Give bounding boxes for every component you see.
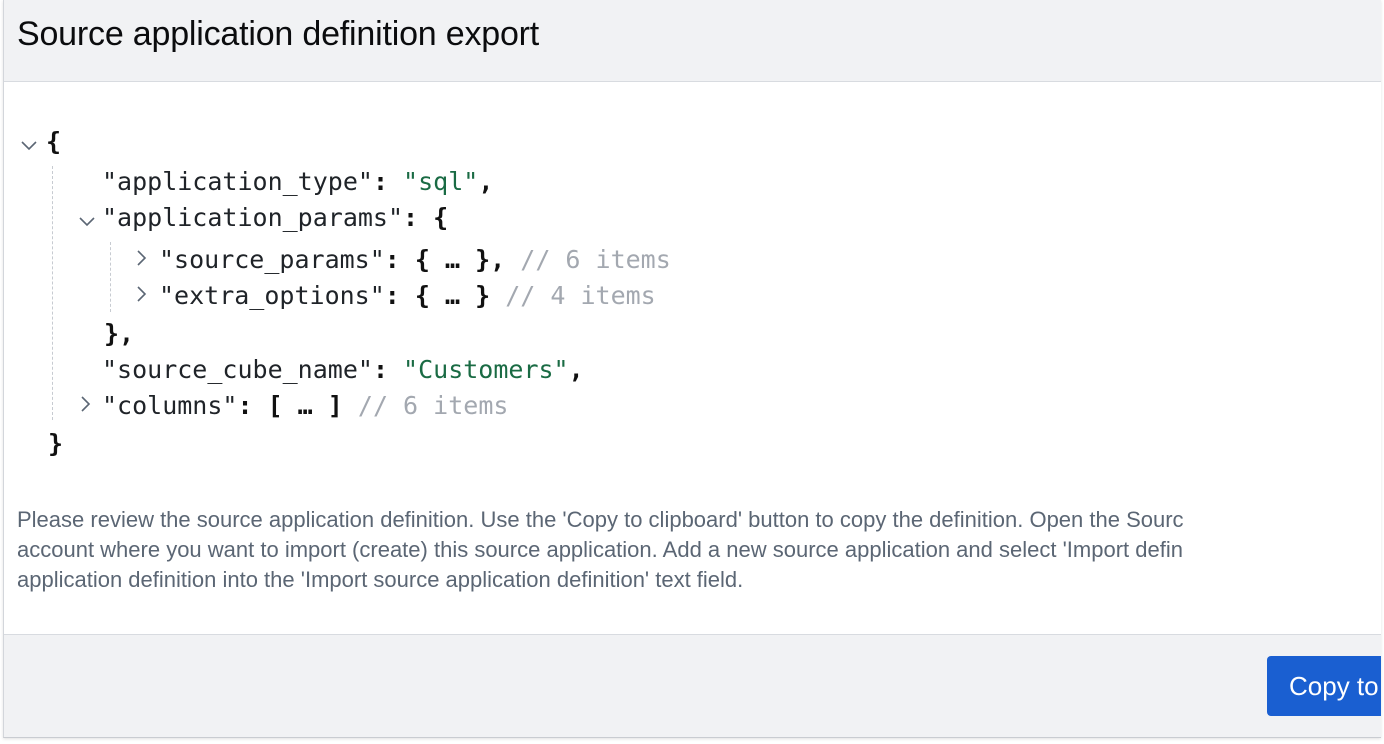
dialog-header: Source application definition export: [4, 0, 1381, 82]
columns-comment: // 6 items: [357, 391, 509, 420]
row-source-params: "source_params": { … }, // 6 items: [159, 245, 671, 274]
application-params-close: },: [104, 319, 135, 348]
extra-options-comment: // 4 items: [505, 281, 656, 310]
dialog-title: Source application definition export: [17, 15, 540, 53]
application-type-key: "application_type": [102, 167, 373, 196]
chevron-right-icon[interactable]: [132, 249, 150, 267]
dialog-footer: Copy to clipboard: [4, 634, 1381, 737]
instructions-line-3: application definition into the 'Import …: [17, 567, 744, 592]
instructions-line-1: Please review the source application def…: [17, 507, 1184, 532]
chevron-down-icon[interactable]: [20, 136, 38, 154]
chevron-right-icon[interactable]: [76, 395, 94, 413]
columns-collapsed[interactable]: [ … ]: [268, 391, 343, 420]
row-application-params: "application_params": {: [102, 203, 449, 232]
row-extra-options: "extra_options": { … } // 4 items: [159, 281, 656, 310]
extra-options-key: "extra_options": [159, 281, 385, 310]
source-cube-name-value: "Customers": [403, 355, 569, 384]
copy-to-clipboard-button[interactable]: Copy to clipboard: [1267, 656, 1381, 716]
row-columns: "columns": [ … ] // 6 items: [102, 391, 509, 420]
chevron-right-icon[interactable]: [132, 285, 150, 303]
chevron-down-icon[interactable]: [78, 212, 96, 230]
root-open-brace: {: [46, 127, 62, 156]
root-close-brace: }: [48, 429, 64, 458]
source-params-key: "source_params": [159, 245, 385, 274]
source-params-comment: // 6 items: [520, 245, 671, 274]
indent-guide-root: [52, 166, 53, 420]
row-source-cube-name: "source_cube_name": "Customers",: [102, 355, 584, 384]
columns-key: "columns": [102, 391, 238, 420]
indent-guide-params: [110, 242, 111, 312]
row-application-type: "application_type": "sql",: [102, 167, 494, 196]
json-viewer: { "application_type": "sql", "applicatio…: [4, 82, 1381, 482]
extra-options-collapsed[interactable]: { … }: [415, 281, 490, 310]
source-params-collapsed[interactable]: { … }: [415, 245, 490, 274]
application-type-value: "sql": [403, 167, 479, 196]
instructions-line-2: account where you want to import (create…: [17, 537, 1183, 562]
application-params-key: "application_params": [102, 203, 404, 232]
source-cube-name-key: "source_cube_name": [102, 355, 373, 384]
export-dialog: Source application definition export { "…: [3, 0, 1381, 738]
instructions-text: Please review the source application def…: [17, 505, 1381, 595]
